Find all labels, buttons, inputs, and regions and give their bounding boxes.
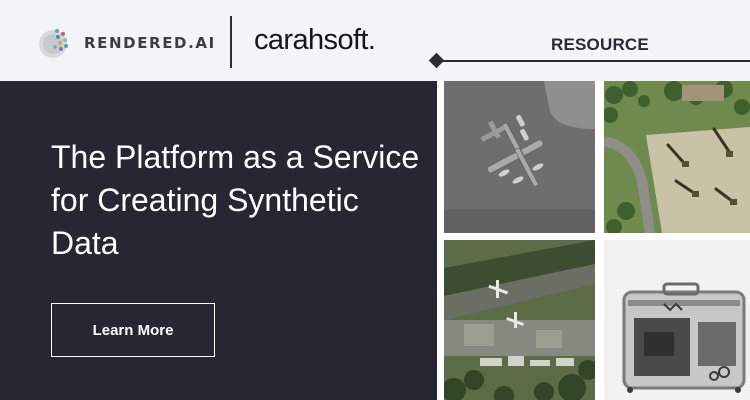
resource-label: RESOURCE	[551, 35, 649, 54]
hero-headline: The Platform as a Service for Creating S…	[51, 139, 420, 261]
rendered-ai-logo-icon	[39, 29, 68, 58]
resource-underline	[437, 60, 750, 62]
header-bar: RENDERED.AI carahsoft. RESOURCE	[0, 0, 750, 81]
aerial-construction-site-image	[604, 81, 750, 233]
diamond-marker-icon	[428, 52, 445, 69]
rendered-ai-wordmark: RENDERED.AI	[84, 34, 216, 52]
synthetic-aircraft-render-image	[444, 81, 595, 233]
learn-more-button[interactable]: Learn More	[51, 303, 215, 357]
xray-luggage-scan-image	[604, 240, 750, 400]
aerial-airfield-image	[444, 240, 595, 400]
carahsoft-wordmark: carahsoft.	[254, 24, 376, 56]
logo-divider	[230, 16, 232, 68]
